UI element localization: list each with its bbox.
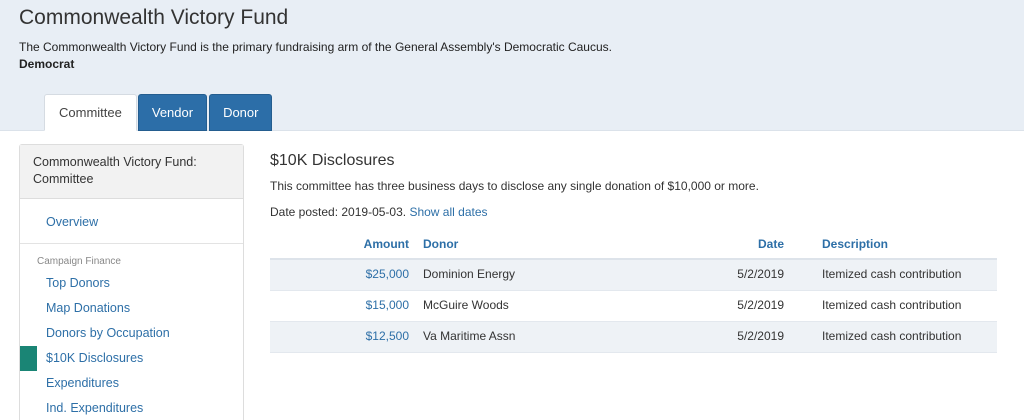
amount-link[interactable]: $12,500 [270,322,413,352]
amount-link[interactable]: $25,000 [270,260,413,290]
sidebar-item-overview[interactable]: Overview [46,215,98,229]
sidebar-header: Commonwealth Victory Fund: Committee [20,145,243,199]
column-header-donor[interactable]: Donor [413,230,732,258]
party-label: Democrat [19,57,75,71]
sidebar: Commonwealth Victory Fund: Committee Ove… [19,144,244,420]
disclosures-table: Amount Donor Date Description $25,000 Do… [270,230,997,353]
sidebar-item-label: Donors by Occupation [46,326,170,340]
section-title: $10K Disclosures [270,152,395,169]
sidebar-nav: Top Donors Map Donations Donors by Occup… [20,274,243,420]
tab-donor[interactable]: Donor [209,94,273,131]
table-row: $15,000 McGuire Woods 5/2/2019 Itemized … [270,291,997,322]
active-marker [20,346,37,371]
sidebar-item-label: Expenditures [46,376,119,390]
sidebar-item-label: Ind. Expenditures [46,401,144,415]
sidebar-item-expenditures[interactable]: Expenditures [20,374,243,399]
date-cell: 5/2/2019 [737,329,784,343]
date-posted: Date posted: 2019-05-03. Show all dates [270,205,488,219]
show-all-dates-link[interactable]: Show all dates [409,205,487,219]
column-header-amount[interactable]: Amount [270,230,413,258]
column-header-date[interactable]: Date [732,230,784,258]
date-cell: 5/2/2019 [737,267,784,281]
sidebar-item-top-donors[interactable]: Top Donors [20,274,243,299]
description-cell: Itemized cash contribution [822,267,962,281]
committee-description: The Commonwealth Victory Fund is the pri… [19,40,612,54]
sidebar-item-10k-disclosures[interactable]: $10K Disclosures [20,346,243,374]
sidebar-item-label: Top Donors [46,276,110,290]
table-header: Amount Donor Date Description [270,230,997,260]
table-row: $12,500 Va Maritime Assn 5/2/2019 Itemiz… [270,322,997,353]
sidebar-item-label: Map Donations [46,301,131,315]
tab-vendor[interactable]: Vendor [137,94,208,131]
committee-header: Commonwealth Victory Fund The Commonweal… [0,0,1024,131]
donor-cell: Va Maritime Assn [423,329,516,343]
date-cell: 5/2/2019 [737,298,784,312]
section-description: This committee has three business days t… [270,179,759,193]
sidebar-item-map-donations[interactable]: Map Donations [20,299,243,324]
amount-link[interactable]: $15,000 [270,291,413,321]
date-posted-text: Date posted: 2019-05-03. [270,205,407,219]
sidebar-item-label: $10K Disclosures [46,351,144,365]
donor-cell: Dominion Energy [423,267,516,281]
sidebar-item-donors-by-occupation[interactable]: Donors by Occupation [20,324,243,349]
page-title: Commonwealth Victory Fund [19,6,289,29]
sidebar-item-ind-expenditures[interactable]: Ind. Expenditures [20,399,243,420]
sidebar-section-label: Campaign Finance [37,256,121,267]
sidebar-divider [20,243,243,244]
column-header-description[interactable]: Description [784,230,997,258]
tab-committee[interactable]: Committee [44,94,137,131]
table-row: $25,000 Dominion Energy 5/2/2019 Itemize… [270,260,997,291]
description-cell: Itemized cash contribution [822,298,962,312]
donor-cell: McGuire Woods [423,298,509,312]
tab-bar: Committee Vendor Donor [44,94,274,131]
description-cell: Itemized cash contribution [822,329,962,343]
